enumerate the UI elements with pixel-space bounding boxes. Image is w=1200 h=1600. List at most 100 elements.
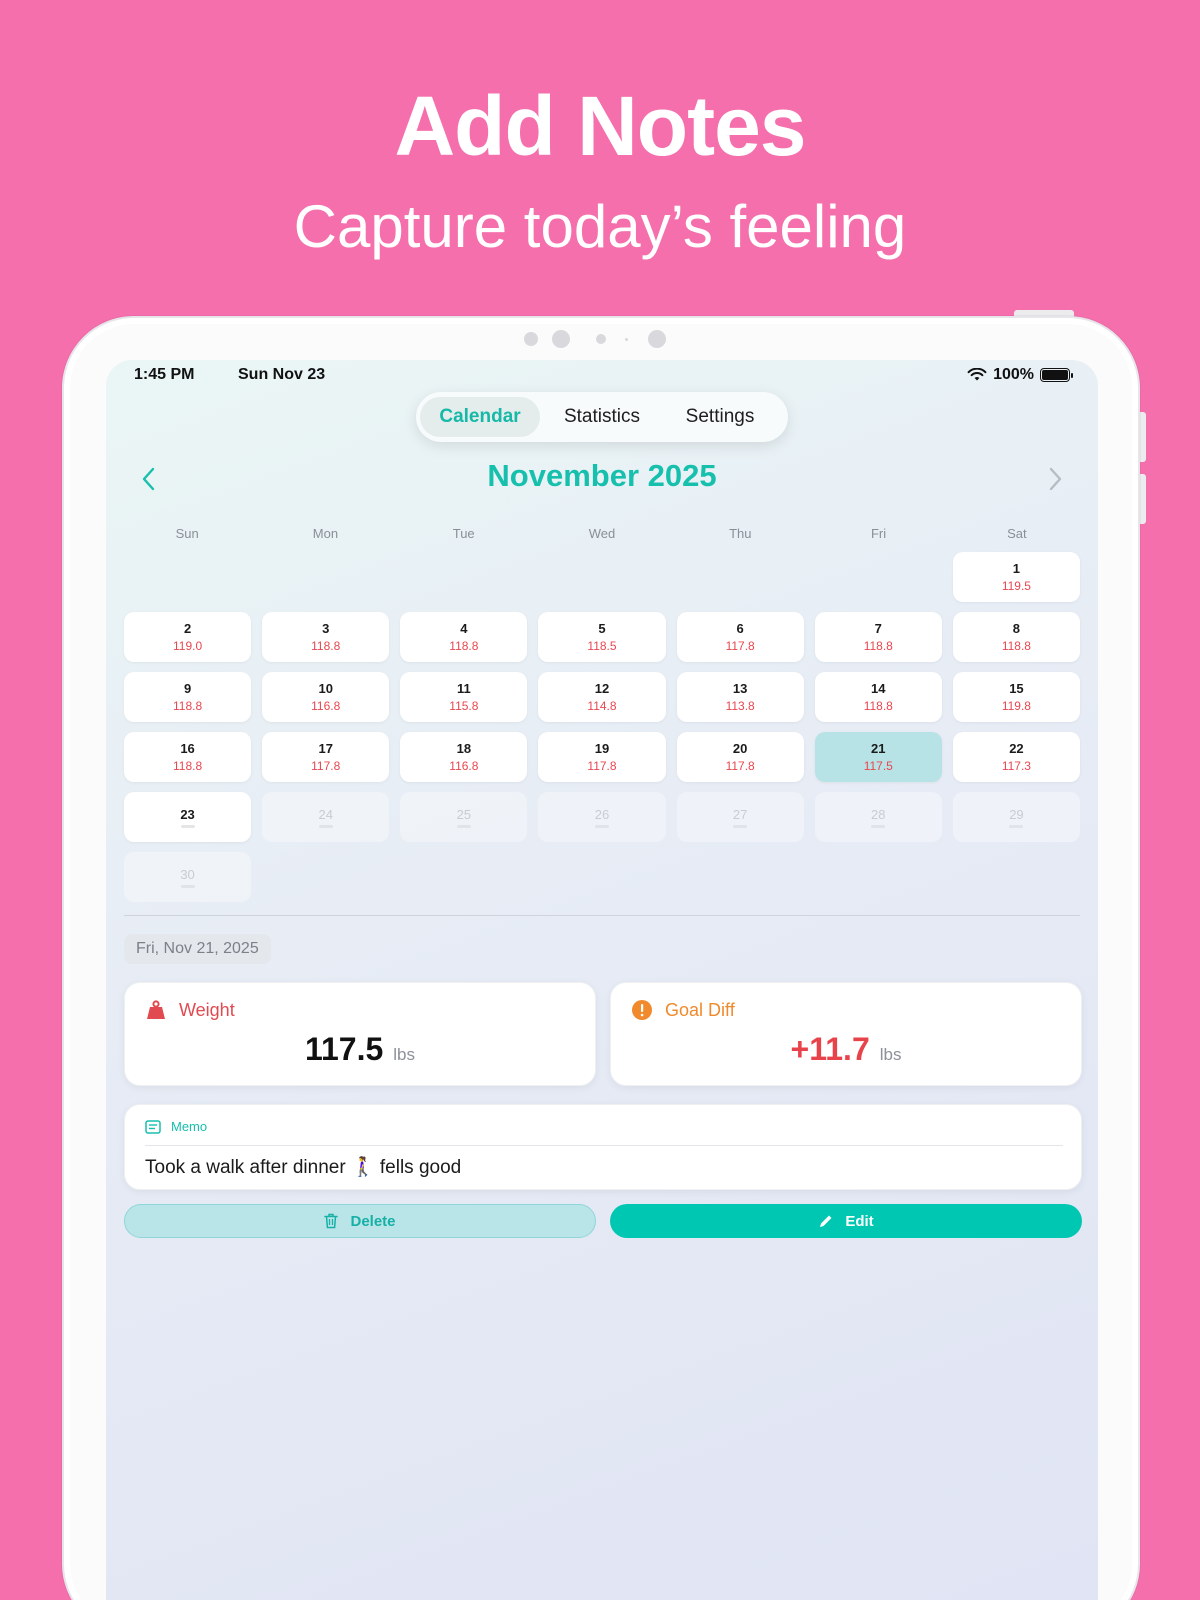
battery-percent: 100% [993, 366, 1034, 383]
calendar-day-22[interactable]: 22 117.3 [952, 732, 1080, 782]
day-number: 26 [594, 806, 610, 822]
day-number: 28 [871, 806, 886, 822]
calendar-day-11[interactable]: 11 115.8 [400, 672, 528, 722]
memo-header: Memo [145, 1119, 207, 1134]
calendar-day-4[interactable]: 4 118.8 [400, 612, 528, 662]
calendar-day-15[interactable]: 15 119.8 [952, 672, 1080, 722]
status-date: Sun Nov 23 [238, 366, 326, 383]
day-number: 20 [732, 741, 748, 756]
day-weight: 117.8 [725, 759, 755, 773]
tab-calendar[interactable]: Calendar [420, 397, 540, 437]
calendar-day-16[interactable]: 16 118.8 [124, 732, 252, 782]
day-number: 13 [732, 681, 748, 696]
calendar-day-3[interactable]: 3 118.8 [262, 612, 390, 662]
app-screen: 1:45 PM Sun Nov 23 100% Calendar Statist… [106, 360, 1098, 1600]
battery-icon [1040, 368, 1073, 382]
calendar-day-1[interactable]: 1 119.5 [952, 552, 1080, 602]
note-icon [145, 1119, 161, 1134]
calendar-day-30: 30 [124, 852, 252, 902]
edit-button[interactable]: Edit [610, 1204, 1082, 1238]
day-weight: 118.8 [863, 639, 893, 653]
calendar-blank [538, 552, 665, 602]
calendar-day-7[interactable]: 7 118.8 [814, 612, 942, 662]
weekday-label: Mon [312, 526, 339, 541]
camera-dot [524, 332, 538, 346]
calendar-day-19[interactable]: 19 117.8 [538, 732, 666, 782]
calendar-day-6[interactable]: 6 117.8 [676, 612, 804, 662]
month-title: November 2025 [487, 458, 717, 493]
goal-diff-header: Goal Diff [631, 999, 735, 1021]
status-time: 1:45 PM [134, 366, 195, 383]
goal-diff-label: Goal Diff [665, 999, 735, 1020]
empty-weight-placeholder [1009, 824, 1024, 828]
weekday-label: Sat [1007, 526, 1027, 541]
calendar-day-14[interactable]: 14 118.8 [814, 672, 942, 722]
weekday-label: Sun [175, 526, 199, 541]
day-weight: 114.8 [587, 699, 617, 713]
empty-weight-placeholder [594, 824, 609, 828]
day-weight: 117.5 [863, 759, 893, 773]
calendar-day-13[interactable]: 13 113.8 [676, 672, 804, 722]
day-number: 19 [594, 741, 610, 756]
day-weight: 115.8 [449, 699, 479, 713]
calendar-day-12[interactable]: 12 114.8 [538, 672, 666, 722]
tab-statistics[interactable]: Statistics [540, 397, 664, 437]
memo-divider [145, 1145, 1063, 1146]
calendar-blank [815, 552, 942, 602]
wifi-icon [967, 368, 987, 381]
chevron-right-icon[interactable] [1040, 464, 1070, 494]
day-number: 14 [871, 681, 886, 696]
calendar-blank [262, 552, 389, 602]
weight-icon [147, 1000, 165, 1019]
day-number: 27 [732, 806, 748, 822]
calendar-day-2[interactable]: 2 119.0 [124, 612, 252, 662]
day-weight: 118.5 [587, 639, 617, 653]
edit-label: Edit [845, 1212, 874, 1230]
weight-card-header: Weight [145, 999, 235, 1021]
day-weight: 119.5 [1001, 579, 1031, 593]
calendar-day-18[interactable]: 18 116.8 [400, 732, 528, 782]
calendar-day-10[interactable]: 10 116.8 [262, 672, 390, 722]
day-weight: 117.3 [1001, 759, 1031, 773]
day-number: 18 [456, 741, 472, 756]
calendar-day-9[interactable]: 9 118.8 [124, 672, 252, 722]
day-weight: 119.0 [173, 639, 203, 653]
day-number: 2 [183, 621, 192, 636]
goal-diff-value: +11.7 [790, 1031, 870, 1067]
day-weight: 118.8 [311, 639, 341, 653]
calendar-day-17[interactable]: 17 117.8 [262, 732, 390, 782]
weight-card: Weight 117.5 lbs [124, 982, 596, 1086]
exclamation-icon [632, 1000, 652, 1020]
day-weight: 118.8 [449, 639, 479, 653]
day-number: 9 [183, 681, 192, 696]
day-number: 4 [460, 621, 468, 636]
calendar-day-8[interactable]: 8 118.8 [952, 612, 1080, 662]
calendar-day-24: 24 [262, 792, 390, 842]
day-weight: 117.8 [725, 639, 755, 653]
weight-value: 117.5 [304, 1031, 384, 1067]
status-bar: 1:45 PM Sun Nov 23 100% [134, 366, 1073, 386]
memo-label: Memo [171, 1119, 208, 1134]
calendar-day-5[interactable]: 5 118.5 [538, 612, 666, 662]
tab-settings[interactable]: Settings [664, 397, 776, 437]
calendar-day-23[interactable]: 23 [124, 792, 252, 842]
calendar-grid: 1 119.5 2 119.0 3 118.8 4 118.8 5 118.5 6 117.8 7 118… [124, 552, 1080, 902]
calendar-day-26: 26 [538, 792, 666, 842]
camera-dot [625, 338, 628, 341]
memo-card: Memo Took a walk after dinner 🚶‍♀️ fells… [124, 1104, 1082, 1190]
promo-title: Add Notes [394, 79, 807, 173]
day-number: 17 [318, 741, 333, 756]
calendar-day-25: 25 [400, 792, 528, 842]
trash-icon [324, 1213, 339, 1229]
calendar-blank [400, 552, 527, 602]
day-weight: 118.8 [863, 699, 893, 713]
day-weight: 119.8 [1001, 699, 1031, 713]
calendar-day-20[interactable]: 20 117.8 [676, 732, 804, 782]
day-weight: 117.8 [311, 759, 341, 773]
weekday-label: Fri [870, 526, 887, 541]
divider [124, 915, 1080, 916]
day-number: 7 [874, 621, 882, 636]
calendar-day-21[interactable]: 21 117.5 [814, 732, 942, 782]
delete-button[interactable]: Delete [124, 1204, 596, 1238]
weight-value-row: 117.5 lbs [125, 1031, 595, 1068]
